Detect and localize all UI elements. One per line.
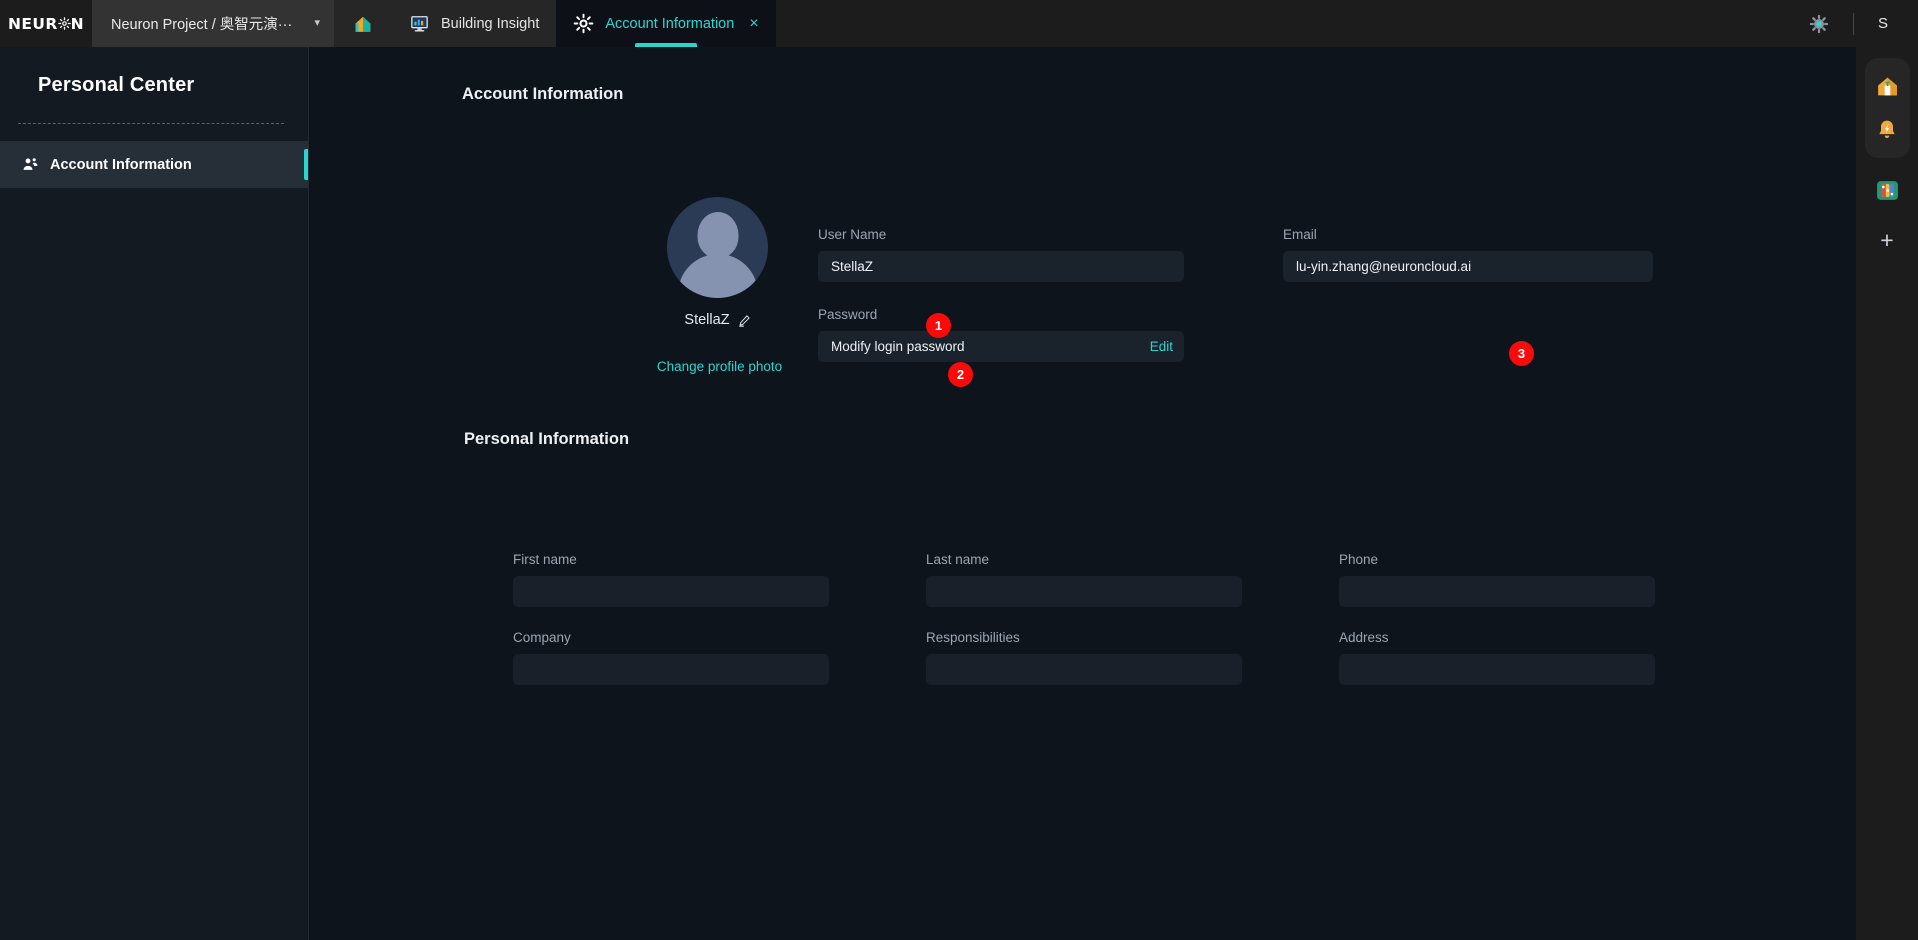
monitor-chart-icon (411, 16, 428, 32)
change-profile-photo-link[interactable]: Change profile photo (632, 359, 807, 374)
right-icon-rail: + (1856, 47, 1918, 940)
annotation-badge-2: 2 (948, 362, 973, 387)
password-edit-link[interactable]: Edit (1150, 339, 1173, 354)
field-password-label: Password (818, 307, 878, 322)
phone-input[interactable] (1339, 576, 1655, 607)
field-first-name-label: First name (513, 552, 577, 567)
address-input[interactable] (1339, 654, 1655, 685)
tab-bar: Building Insight Account Information × (334, 0, 776, 47)
tab-building-insight-label: Building Insight (441, 15, 540, 32)
gear-icon (1809, 14, 1829, 33)
bell-alert-icon (1879, 120, 1895, 138)
rail-home-button[interactable] (1865, 64, 1910, 108)
sidebar-divider (18, 123, 284, 124)
page-title: Personal Center (38, 74, 195, 96)
rail-add-button[interactable]: + (1865, 218, 1910, 262)
users-icon (22, 156, 39, 173)
username-value: StellaZ (831, 259, 874, 274)
app-root: NEUR N Neuron Project / 奥智元演··· ▾ Buildi… (0, 0, 1918, 940)
responsibilities-input[interactable] (926, 654, 1242, 685)
plus-icon: + (1880, 226, 1894, 253)
field-address-label: Address (1339, 630, 1389, 645)
gear-logo-icon (57, 17, 71, 30)
field-company-label: Company (513, 630, 571, 645)
sidebar: Personal Center Account Information (0, 47, 309, 940)
field-username: User Name StellaZ (818, 227, 1184, 282)
personal-information-heading: Personal Information (464, 430, 630, 448)
email-input[interactable]: lu-yin.zhang@neuroncloud.ai (1283, 251, 1653, 282)
rail-group-primary (1864, 58, 1910, 158)
app-grid-icon (1876, 180, 1898, 200)
email-value: lu-yin.zhang@neuroncloud.ai (1296, 259, 1472, 274)
gear-icon (574, 13, 594, 34)
company-input[interactable] (513, 654, 829, 685)
password-value: Modify login password (831, 339, 965, 354)
neuron-logo[interactable]: NEUR N (0, 0, 92, 47)
field-last-name-label: Last name (926, 552, 990, 567)
active-tab-indicator (635, 43, 697, 47)
avatar-head-shape (697, 212, 738, 258)
home-icon (355, 16, 371, 32)
field-last-name: Last name (926, 552, 1242, 607)
username-input[interactable]: StellaZ (818, 251, 1184, 282)
sidebar-item-account-information[interactable]: Account Information (0, 141, 308, 188)
user-avatar-initial[interactable]: S (1866, 0, 1900, 47)
field-first-name: First name (513, 552, 829, 607)
field-company: Company (513, 630, 829, 685)
logo-text: NEUR N (7, 14, 85, 33)
rail-apps-button[interactable] (1865, 168, 1910, 212)
field-password: Password Modify login password Edit (818, 307, 1184, 362)
user-avatar-placeholder[interactable] (667, 197, 768, 298)
field-phone-label: Phone (1339, 552, 1379, 567)
annotation-badge-3: 3 (1509, 341, 1534, 366)
main-content: Account Information StellaZ Change profi… (310, 47, 1856, 940)
house-icon (1877, 77, 1897, 95)
field-address: Address (1339, 630, 1655, 685)
chevron-down-icon: ▾ (314, 17, 320, 29)
avatar-name-row: StellaZ (667, 312, 768, 328)
field-email: Email lu-yin.zhang@neuroncloud.ai (1283, 227, 1653, 282)
project-selector[interactable]: Neuron Project / 奥智元演··· ▾ (92, 0, 334, 47)
tab-account-information[interactable]: Account Information × (556, 0, 776, 47)
top-navigation-bar: NEUR N Neuron Project / 奥智元演··· ▾ Buildi… (0, 0, 1918, 47)
tab-home[interactable] (334, 0, 392, 47)
rail-alerts-button[interactable] (1865, 108, 1910, 152)
active-item-indicator (304, 149, 308, 180)
tab-account-information-label: Account Information (605, 15, 735, 32)
sidebar-item-label: Account Information (50, 156, 192, 173)
settings-button[interactable] (1797, 0, 1841, 47)
field-phone: Phone (1339, 552, 1655, 607)
account-information-heading: Account Information (462, 85, 624, 103)
field-email-label: Email (1283, 227, 1317, 242)
close-icon[interactable]: × (749, 15, 758, 32)
avatar-body-shape (677, 254, 758, 298)
password-input[interactable]: Modify login password Edit (818, 331, 1184, 362)
tab-building-insight[interactable]: Building Insight (392, 0, 557, 47)
avatar-name: StellaZ (684, 312, 730, 328)
annotation-badge-1: 1 (926, 313, 951, 338)
field-responsibilities-label: Responsibilities (926, 630, 1020, 645)
topbar-right-actions: S (1797, 0, 1918, 47)
field-responsibilities: Responsibilities (926, 630, 1242, 685)
first-name-input[interactable] (513, 576, 829, 607)
field-username-label: User Name (818, 227, 887, 242)
project-selector-label: Neuron Project / 奥智元演··· (111, 17, 293, 33)
last-name-input[interactable] (926, 576, 1242, 607)
topbar-divider (1853, 12, 1854, 35)
pencil-icon[interactable] (738, 314, 751, 327)
